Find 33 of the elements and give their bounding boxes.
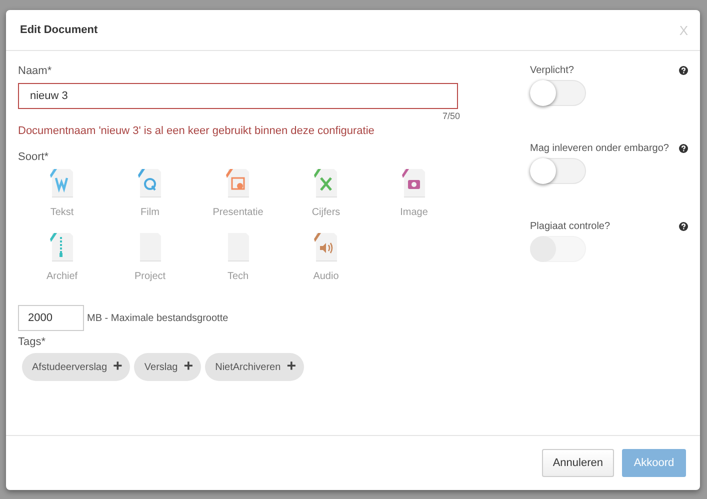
file-type-option[interactable]: Cijfers (282, 167, 370, 223)
toggle-switch[interactable] (530, 80, 586, 106)
file-type-option[interactable]: Image (370, 167, 458, 223)
field-label: Soort* (18, 151, 49, 163)
tag-label: NietArchiveren (215, 362, 281, 372)
tag-label: Afstudeerverslag (32, 362, 108, 372)
option-label: Verplicht? (530, 65, 574, 76)
file-type-option[interactable]: Presentatie (194, 167, 282, 223)
file-type-option[interactable]: Archief (18, 231, 106, 287)
add-tag-button[interactable]: + (113, 359, 122, 375)
file-type-option[interactable]: Project (106, 231, 194, 287)
help-icon[interactable] (679, 144, 688, 153)
option-label: Plagiaat controle? (530, 221, 610, 232)
file-type-option[interactable]: Tekst (18, 167, 106, 223)
size-unit-label: MB - Maximale bestandsgrootte (87, 312, 228, 324)
tag-label: Verslag (144, 362, 178, 372)
dialog-title: Edit Document (20, 24, 98, 36)
field-label: Tags* (18, 336, 46, 348)
file-type-option[interactable]: Audio (282, 231, 370, 287)
error-message: Documentnaam 'nieuw 3' is al een keer gebruikt binnen deze configuratie (18, 125, 374, 137)
file-type-option[interactable]: Film (106, 167, 194, 223)
option-label: Mag inleveren onder embargo? (530, 143, 669, 154)
cancel-button[interactable]: Annuleren (542, 449, 614, 477)
help-icon[interactable] (679, 66, 688, 75)
file-type-option[interactable]: Tech (194, 231, 282, 287)
character-counter: 7/50 (442, 111, 460, 121)
field-label: Naam* (18, 65, 52, 77)
size-field[interactable]: 2000 (18, 305, 84, 331)
name-field[interactable]: nieuw 3 (18, 83, 458, 109)
add-tag-button[interactable]: + (286, 359, 296, 375)
add-tag-button[interactable]: + (184, 359, 194, 375)
help-icon[interactable] (679, 222, 688, 231)
toggle-switch[interactable] (530, 158, 586, 184)
